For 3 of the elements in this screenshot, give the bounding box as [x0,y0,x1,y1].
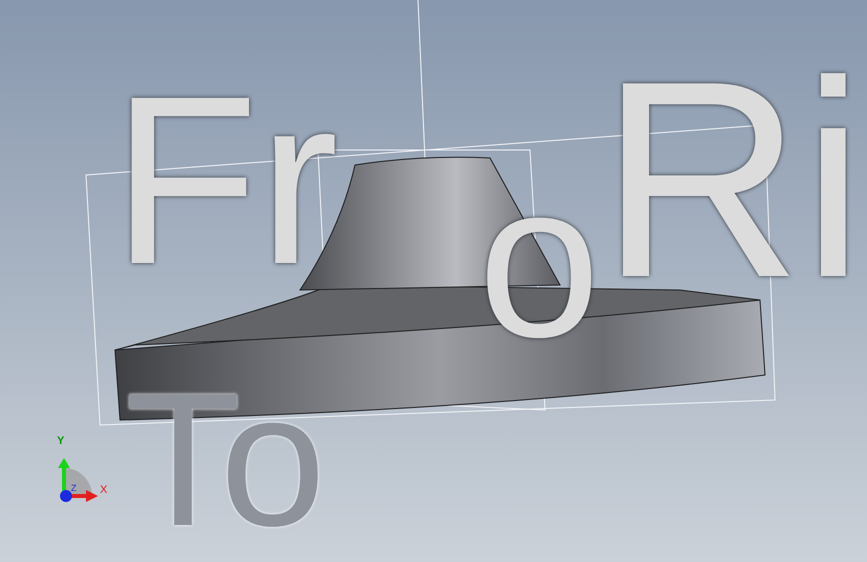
x-axis-label: X [100,485,108,496]
z-axis-label: Z [71,484,76,493]
y-axis-label: Y [57,436,64,447]
